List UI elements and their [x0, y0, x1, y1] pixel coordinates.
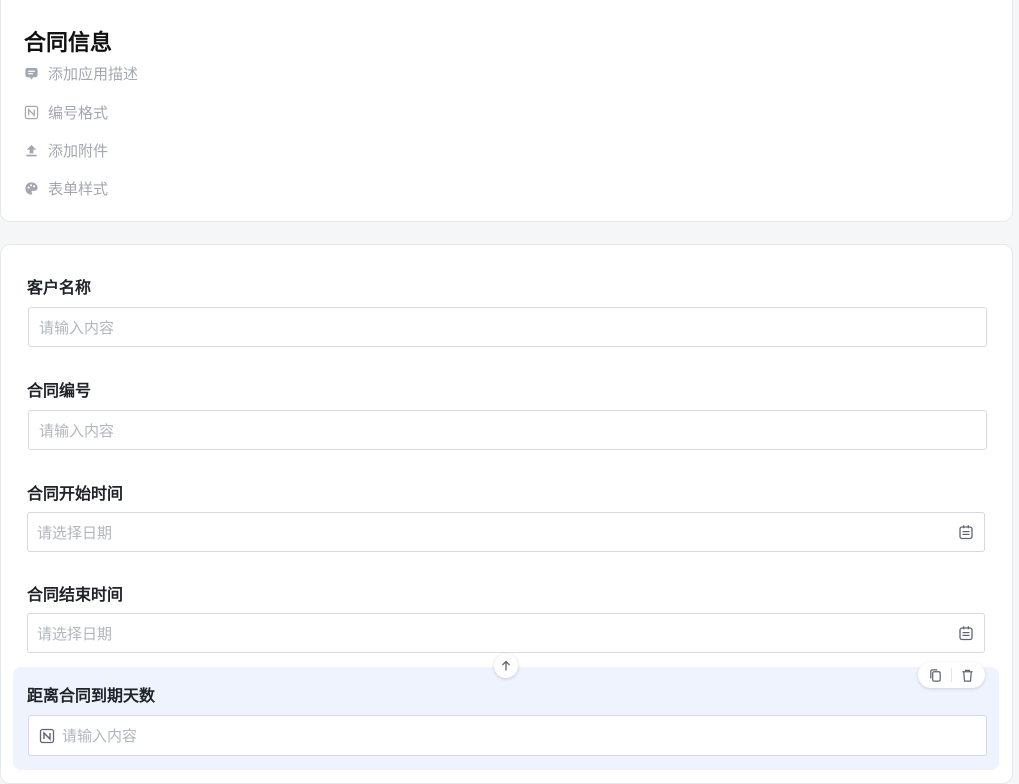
palette-icon — [25, 181, 38, 195]
customer-name-placeholder: 请输入内容 — [39, 318, 115, 337]
arrow-up-icon — [502, 660, 510, 671]
field-actions-toolbar — [918, 662, 985, 688]
add-description-label: 添加应用描述 — [48, 64, 139, 83]
toolbar-divider — [951, 668, 952, 682]
copy-icon[interactable] — [928, 668, 943, 683]
end-date-label: 合同结束时间 — [27, 585, 124, 604]
calendar-icon — [959, 525, 973, 540]
form-style-label: 表单样式 — [48, 179, 109, 198]
number-icon — [39, 728, 55, 743]
add-attachment-link[interactable]: 添加附件 — [24, 140, 108, 160]
number-format-icon — [24, 105, 39, 119]
number-format-link[interactable]: 编号格式 — [24, 102, 108, 122]
contract-number-input[interactable]: 请输入内容 — [28, 410, 987, 450]
form-style-link[interactable]: 表单样式 — [24, 178, 108, 198]
number-format-label: 编号格式 — [48, 103, 109, 122]
selected-field-days-left[interactable]: 距离合同到期天数 请输入内容 — [13, 667, 999, 770]
calendar-icon — [959, 626, 973, 641]
comment-icon — [25, 67, 38, 80]
end-date-placeholder: 请选择日期 — [37, 624, 113, 643]
contract-number-label: 合同编号 — [27, 381, 92, 400]
customer-name-label: 客户名称 — [27, 278, 92, 297]
days-left-input[interactable]: 请输入内容 — [28, 715, 987, 756]
customer-name-input[interactable]: 请输入内容 — [28, 307, 987, 347]
start-date-label: 合同开始时间 — [27, 484, 124, 503]
days-left-placeholder: 请输入内容 — [62, 727, 138, 745]
days-left-label: 距离合同到期天数 — [27, 686, 156, 705]
delete-icon[interactable] — [960, 668, 975, 683]
form-title: 合同信息 — [24, 31, 113, 56]
add-description-link[interactable]: 添加应用描述 — [24, 63, 138, 83]
add-attachment-label: 添加附件 — [48, 141, 109, 160]
move-up-button[interactable] — [494, 654, 518, 678]
end-date-picker[interactable]: 请选择日期 — [27, 613, 985, 653]
start-date-picker[interactable]: 请选择日期 — [27, 512, 985, 552]
upload-icon — [26, 144, 37, 156]
form-header-card: 合同信息 添加应用描述 编号格式 添加附件 表单样式 — [0, 0, 1013, 222]
contract-number-placeholder: 请输入内容 — [39, 421, 115, 440]
start-date-placeholder: 请选择日期 — [37, 523, 113, 542]
